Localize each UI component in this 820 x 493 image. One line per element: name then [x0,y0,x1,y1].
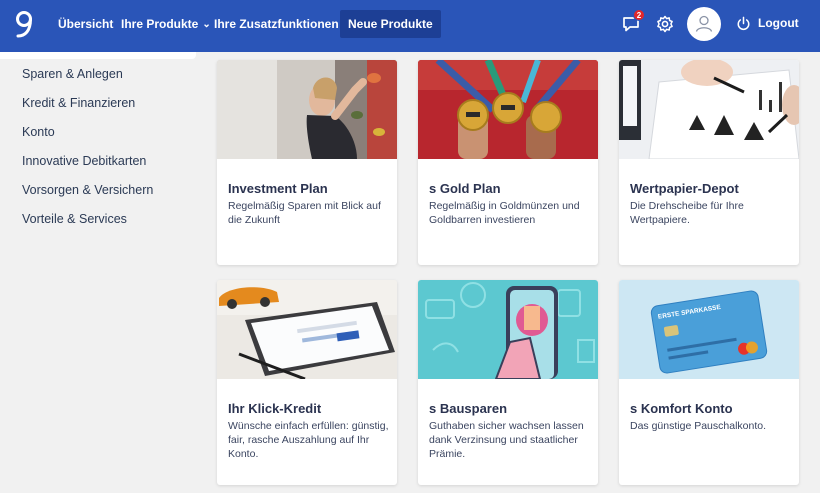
gear-icon[interactable] [655,14,675,34]
product-card-bausparen[interactable]: s Bausparen Guthaben sicher wachsen lass… [418,280,598,485]
nav-ihre-produkte[interactable]: Ihre Produkte ⌄ [113,10,219,38]
climber-image [217,60,397,159]
sidebar-item-vorteile[interactable]: Vorteile & Services [22,212,127,226]
category-sidebar: Sparen & Anlegen Kredit & Finanzieren Ko… [0,52,196,493]
card-title: s Komfort Konto [630,401,733,416]
card-description: Die Drehscheibe für Ihre Wertpapiere. [630,200,744,226]
card-title: Wertpapier-Depot [630,181,739,196]
card-title: Investment Plan [228,181,328,196]
product-card-gold-plan[interactable]: s Gold Plan Regelmäßig in Goldmünzen und… [418,60,598,265]
user-icon [695,15,713,32]
avatar[interactable] [687,7,721,41]
power-icon[interactable] [736,16,751,31]
product-card-investment-plan[interactable]: Investment Plan Regelmäßig Sparen mit Bl… [217,60,397,265]
card-title: Ihr Klick-Kredit [228,401,322,416]
card-title: s Bausparen [429,401,508,416]
product-card-wertpapier-depot[interactable]: Wertpapier-Depot Die Drehscheibe für Ihr… [619,60,799,265]
sidebar-item-debitkarten[interactable]: Innovative Debitkarten [22,154,146,168]
sidebar-item-konto[interactable]: Konto [22,125,55,139]
gold-medals-image [418,60,598,159]
card-description: Wünsche einfach erfüllen: günstig, fair,… [228,420,389,460]
tablet-car-image [217,280,397,379]
product-card-klick-kredit[interactable]: Ihr Klick-Kredit Wünsche einfach erfülle… [217,280,397,485]
card-description: Regelmäßig Sparen mit Blick auf die Zuku… [228,200,381,226]
sidebar-item-kredit[interactable]: Kredit & Finanzieren [22,96,135,110]
card-description: Regelmäßig in Goldmünzen und Goldbarren … [429,200,580,226]
card-title: s Gold Plan [429,181,501,196]
top-navigation: Übersicht Ihre Produkte ⌄ Ihre Zusatzfunk… [0,0,820,52]
logout-button[interactable]: Logout [758,16,799,30]
sidebar-item-vorsorgen[interactable]: Vorsorgen & Versichern [22,183,153,197]
logo-icon[interactable] [13,9,35,39]
sidebar-divider [0,52,196,59]
phone-illustration-image [418,280,598,379]
bank-card-image: ERSTE SPARKASSE [619,280,799,379]
nav-uebersicht[interactable]: Übersicht [50,10,121,38]
documents-pen-image [619,60,799,159]
card-description: Das günstige Pauschalkonto. [630,420,767,432]
card-description: Guthaben sicher wachsen lassen dank Verz… [429,420,584,460]
product-card-komfort-konto[interactable]: ERSTE SPARKASSE s Komfort Konto Das güns… [619,280,799,485]
nav-neue-produkte[interactable]: Neue Produkte [340,10,441,38]
sidebar-item-sparen[interactable]: Sparen & Anlegen [22,67,123,81]
nav-zusatzfunktionen[interactable]: Ihre Zusatzfunktionen⌄ [206,10,359,38]
notification-badge: 2 [633,9,645,21]
